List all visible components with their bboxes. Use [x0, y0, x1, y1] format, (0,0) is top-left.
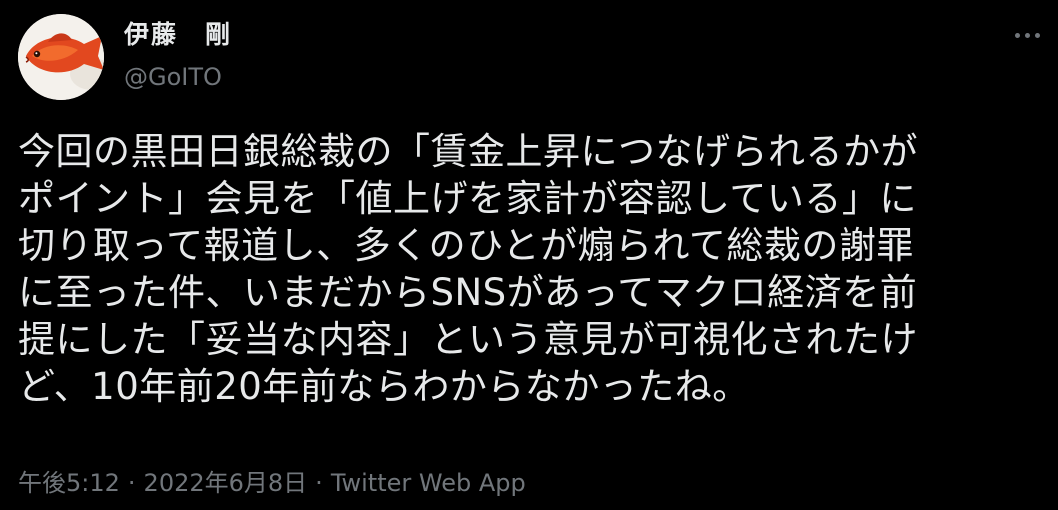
- tweet-text-line: ど、10年前20年前ならわからなかったね。: [18, 365, 750, 408]
- author-display-name[interactable]: 伊藤 剛: [124, 18, 232, 52]
- avatar[interactable]: [18, 14, 104, 100]
- more-horizontal-icon-dot-2: [1024, 32, 1030, 38]
- tweet-text-line: 切り取って報道し、多くのひとが煽られて総裁の謝罪: [18, 224, 914, 267]
- goldfish-avatar-icon: [18, 14, 104, 100]
- meta-separator: ·: [315, 469, 323, 497]
- tweet-text: 今回の黒田日銀総裁の「賃金上昇につなげられるかが ポイント」会見を「値上げを家計…: [18, 128, 1048, 410]
- more-options-button[interactable]: [1010, 20, 1044, 50]
- tweet-time[interactable]: 午後5:12: [18, 469, 120, 497]
- tweet-text-line: に至った件、いまだからSNSがあってマクロ経済を前: [18, 271, 918, 314]
- tweet: 伊藤 剛 @GoITO 今回の黒田日銀総裁の「賃金上昇につなげられるかが ポイン…: [0, 0, 1058, 510]
- tweet-text-line: 今回の黒田日銀総裁の「賃金上昇につなげられるかが: [18, 130, 918, 173]
- tweet-text-line: 提にした「妥当な内容」という意見が可視化されたけ: [18, 318, 918, 361]
- author-handle[interactable]: @GoITO: [124, 62, 232, 92]
- more-horizontal-icon: [1014, 32, 1020, 38]
- tweet-source[interactable]: Twitter Web App: [331, 469, 526, 497]
- tweet-date[interactable]: 2022年6月8日: [144, 469, 308, 497]
- tweet-text-line: ポイント」会見を「値上げを家計が容認している」に: [18, 177, 917, 220]
- tweet-metadata: 午後5:12 · 2022年6月8日 · Twitter Web App: [18, 466, 526, 500]
- meta-separator: ·: [127, 469, 136, 497]
- author-info: 伊藤 剛 @GoITO: [124, 18, 232, 92]
- more-horizontal-icon-dot-3: [1034, 32, 1040, 38]
